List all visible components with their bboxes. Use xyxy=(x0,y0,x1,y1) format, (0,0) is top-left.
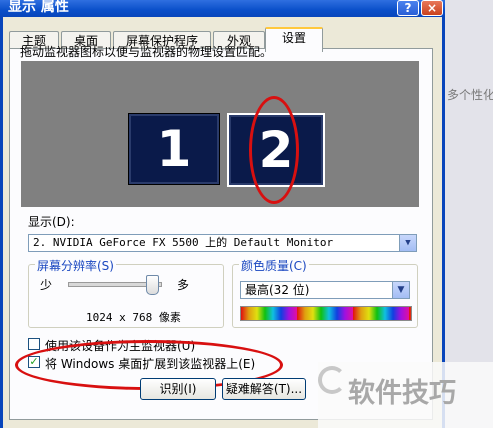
watermark-logo-icon xyxy=(318,366,346,394)
resolution-less-label: 少 xyxy=(40,278,53,292)
monitor-arrangement: 1 2 xyxy=(21,61,419,207)
resolution-slider-thumb[interactable] xyxy=(146,275,159,295)
title-bar: 显示 属性 xyxy=(0,0,445,17)
display-label: 显示(D): xyxy=(28,215,75,229)
annotation-circle-monitor xyxy=(249,96,299,204)
troubleshoot-button[interactable]: 疑难解答(T)... xyxy=(222,378,306,400)
instruction-text: 拖动监视器图标以便与监视器的物理设置匹配。 xyxy=(20,45,273,59)
resolution-more-label: 多 xyxy=(177,278,190,292)
chevron-down-icon[interactable]: ▼ xyxy=(392,282,409,298)
help-icon: ? xyxy=(404,1,412,15)
color-quality-title: 颜色质量(C) xyxy=(239,257,309,274)
identify-button[interactable]: 识别(I) xyxy=(140,378,216,400)
close-button[interactable]: × xyxy=(421,0,443,16)
close-icon: × xyxy=(426,1,438,15)
color-quality-select[interactable]: 最高(32 位) ▼ xyxy=(240,281,410,299)
resolution-value: 1024 x 768 像素 xyxy=(86,311,181,324)
monitor-1-icon[interactable]: 1 xyxy=(128,113,220,185)
watermark-text: 软件技巧 xyxy=(348,378,456,409)
window-title: 显示 属性 xyxy=(8,0,69,15)
resolution-title: 屏幕分辨率(S) xyxy=(35,257,116,274)
color-preview-bar xyxy=(240,306,412,321)
tab-settings[interactable]: 设置 xyxy=(265,27,323,52)
display-select[interactable]: 2. NVIDIA GeForce FX 5500 上的 Default Mon… xyxy=(28,234,417,252)
display-select-value: 2. NVIDIA GeForce FX 5500 上的 Default Mon… xyxy=(33,236,334,249)
chevron-down-icon[interactable]: ▼ xyxy=(399,235,416,251)
background-text: 多个性化 xyxy=(447,88,493,102)
help-button[interactable]: ? xyxy=(397,0,419,16)
color-quality-value: 最高(32 位) xyxy=(245,283,310,297)
primary-monitor-checkbox[interactable] xyxy=(28,338,40,350)
